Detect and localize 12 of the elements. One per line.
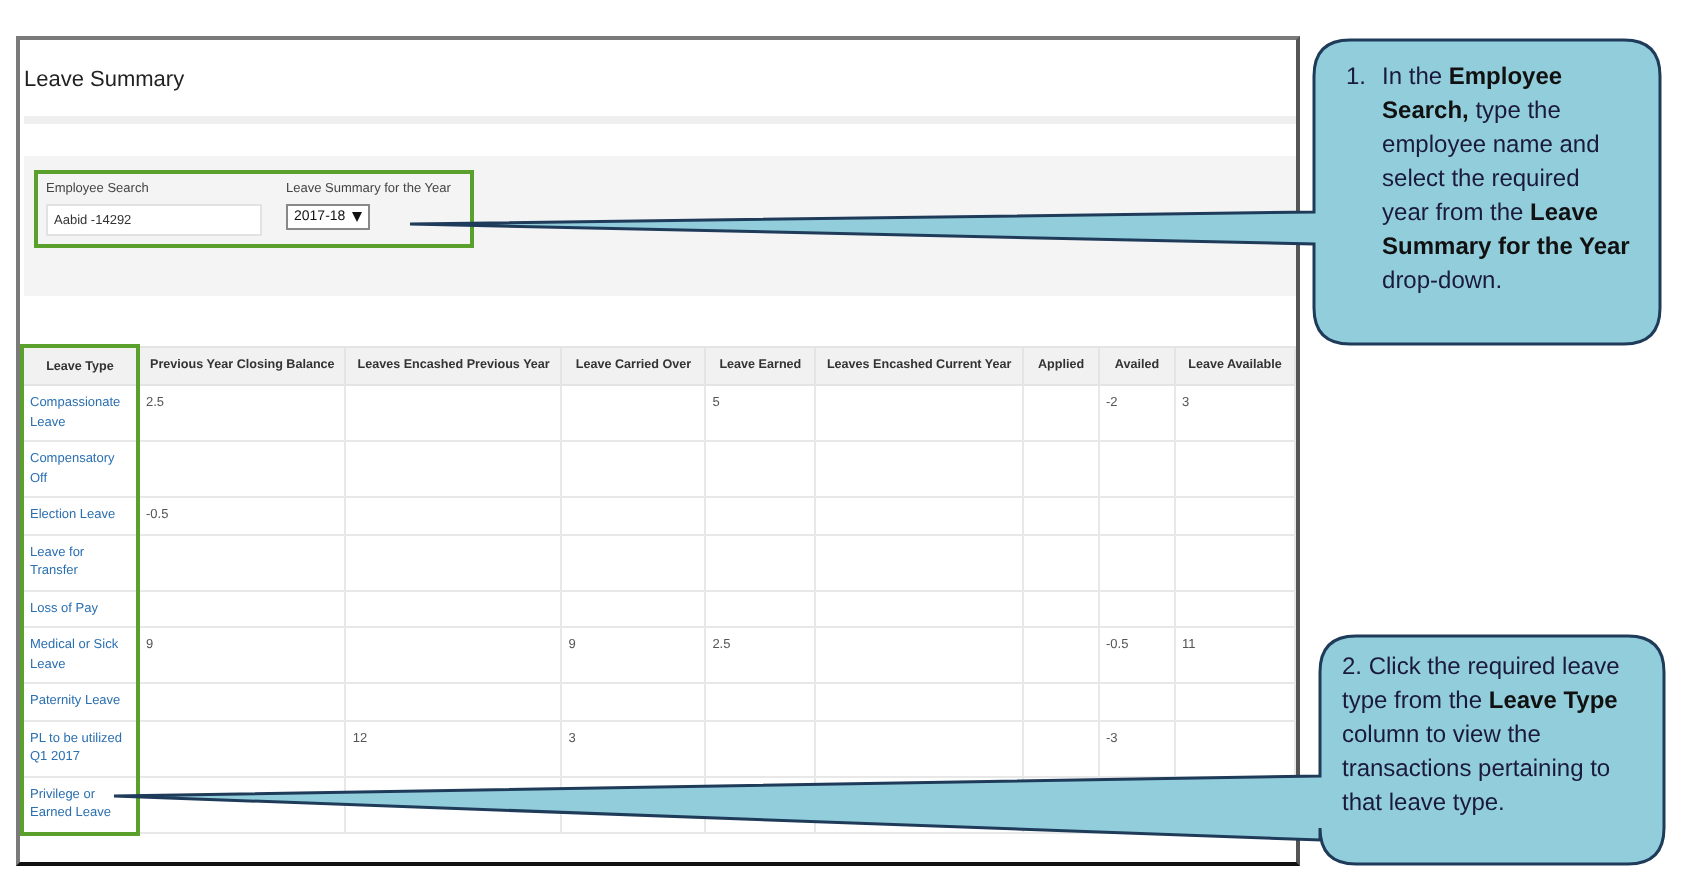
callout-text: In the Employee Search, type the employee name and select the required year from the Leave Summary for the Year drop-down. [1382, 60, 1630, 298]
caret-icon [351, 212, 362, 222]
callout-text: 2. Click the required leave type from the Leave Type column to view the transactions pertaining to that leave type. [1342, 650, 1622, 820]
table-cell [1174, 683, 1295, 720]
step-number: 1. [1346, 60, 1367, 94]
table-cell [1023, 720, 1100, 776]
table-cell [1174, 534, 1295, 590]
table-cell [1174, 497, 1295, 534]
page-title: Leave Summary [22, 66, 187, 96]
table-cell [1174, 441, 1295, 497]
table-cell [1023, 385, 1100, 441]
table-cell [1174, 590, 1295, 627]
